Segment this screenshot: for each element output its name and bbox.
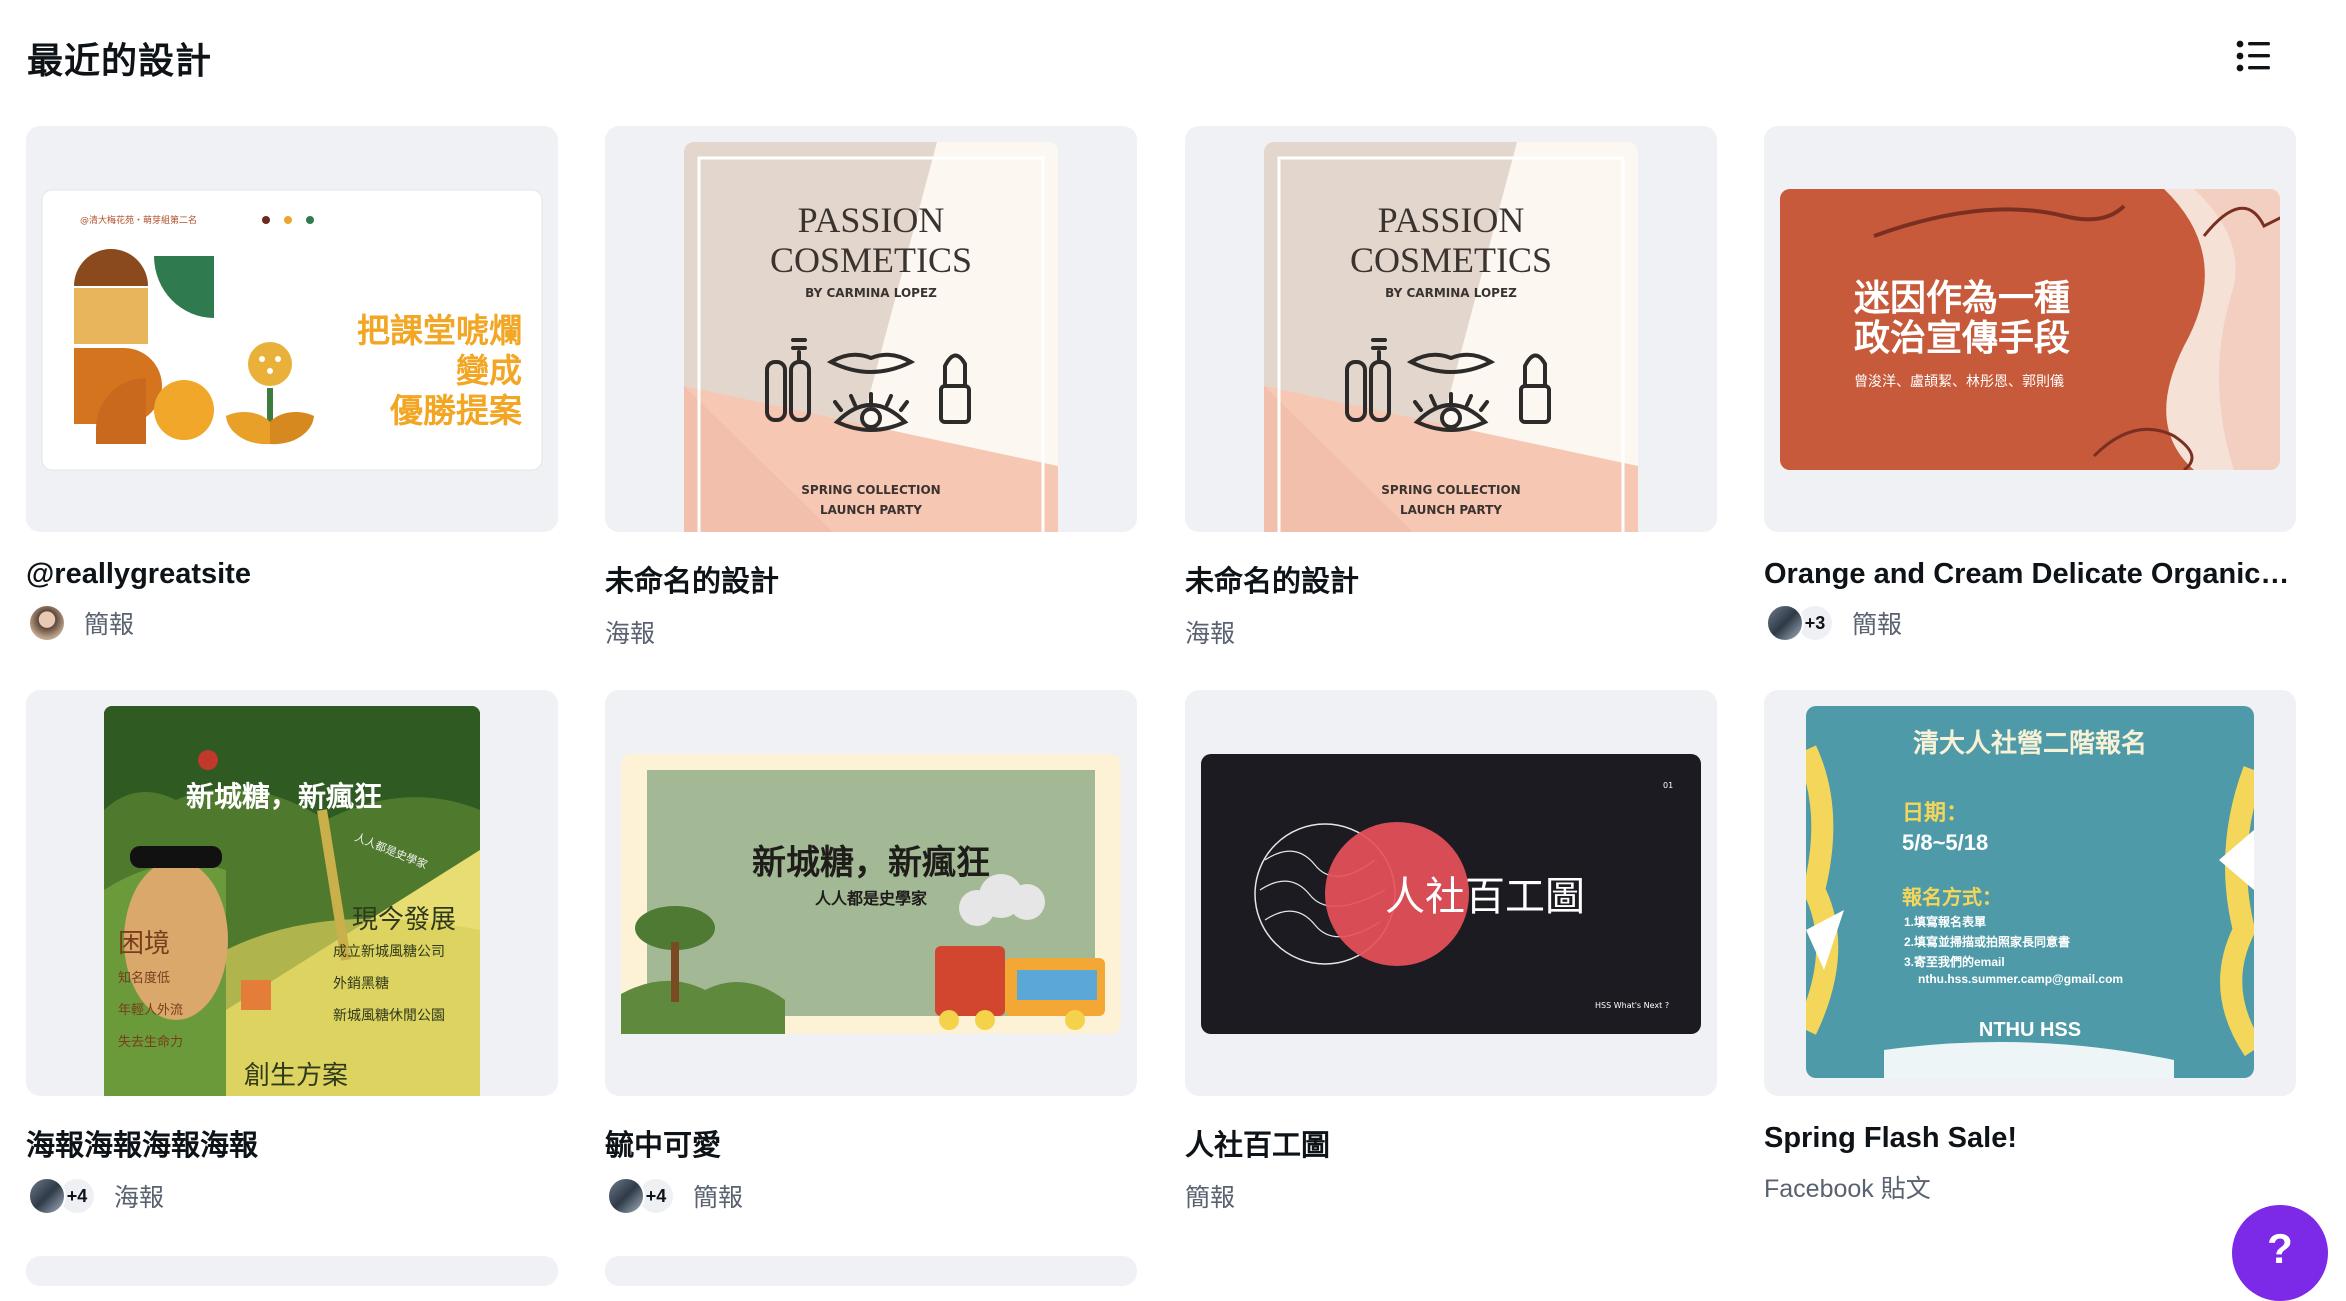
design-thumbnail[interactable]: 新城糖，新瘋狂 人人都是史學家 [605, 690, 1137, 1096]
design-title[interactable]: 未命名的設計 [1185, 558, 1717, 600]
poster-footer: LAUNCH PARTY [1400, 503, 1502, 517]
poster-right-item: 外銷黑糖 [333, 975, 389, 991]
slide-page-number: 01 [1663, 781, 1673, 790]
slide-headline: 人社百工圖 [1385, 875, 1585, 919]
design-title[interactable]: Spring Flash Sale! [1764, 1122, 2296, 1155]
design-card[interactable]: 人社百工圖 01 HSS What's Next ? 人社百工圖 簡報 [1185, 690, 1717, 1216]
design-card[interactable]: 清大人社營二階報名 日期： 5/8~5/18 報名方式： 1.填寫報名表單 2.… [1764, 690, 2296, 1207]
avatar [607, 1177, 645, 1215]
design-title[interactable]: 未命名的設計 [605, 558, 1137, 600]
post-email: nthu.hss.summer.camp@gmail.com [1918, 972, 2123, 986]
design-thumbnail[interactable]: 新城糖，新瘋狂 人人都是史學家 現今發展 成立新城風糖公司 外銷黑糖 新城風糖休… [26, 690, 558, 1096]
poster-left-item: 年輕人外流 [118, 1002, 183, 1017]
poster-bottom: 創生方案 [244, 1060, 348, 1090]
poster-title: PASSION [798, 200, 945, 240]
collaborator-avatars [28, 604, 66, 642]
design-card-partial[interactable] [26, 1256, 558, 1286]
poster-title: COSMETICS [1350, 240, 1552, 280]
slide-names: 曾浚洋、盧頡絜、林彤恩、郭則儀 [1854, 373, 2064, 390]
design-card[interactable]: @清大梅花苑・萌芽組第二名 把課堂唬爛 變成 優勝提案 @reallygreat… [26, 126, 558, 643]
poster-left-item: 失去生命力 [118, 1034, 183, 1049]
post-brand: NTHU HSS [1979, 1019, 2081, 1041]
design-type: 海報 [114, 1184, 165, 1212]
design-title[interactable]: 人社百工圖 [1185, 1122, 1717, 1164]
slide-footer: HSS What's Next ? [1595, 1001, 1669, 1010]
poster-left-title: 困境 [118, 928, 170, 958]
post-date-label: 日期： [1902, 800, 1968, 825]
design-meta: 簡報 [1185, 1176, 1717, 1216]
poster-headline: 新城糖，新瘋狂 [186, 780, 382, 812]
avatar [28, 604, 66, 642]
poster-title: PASSION [1378, 200, 1525, 240]
slide-headline: 新城糖，新瘋狂 [752, 843, 990, 882]
design-card[interactable]: PASSION COSMETICS BY CARMINA LOPEZ SPRIN… [605, 126, 1137, 652]
design-type: 海報 [1185, 620, 1236, 648]
help-button[interactable]: ? [2232, 1205, 2328, 1301]
design-meta: 海報 [605, 612, 1137, 652]
collaborator-avatars: +4 [607, 1177, 675, 1215]
slide-line: 政治宣傳手段 [1854, 317, 2070, 358]
post-method-label: 報名方式： [1902, 885, 2002, 909]
design-card[interactable]: 迷因作為一種 政治宣傳手段 曾浚洋、盧頡絜、林彤恩、郭則儀 Orange and… [1764, 126, 2296, 643]
design-thumbnail[interactable]: 人社百工圖 01 HSS What's Next ? [1185, 690, 1717, 1096]
post-headline: 清大人社營二階報名 [1913, 728, 2147, 758]
poster-right-item: 成立新城風糖公司 [333, 943, 445, 959]
post-step: 1.填寫報名表單 [1904, 914, 1986, 929]
design-meta: +4 簡報 [605, 1176, 1137, 1216]
design-thumbnail[interactable]: 迷因作為一種 政治宣傳手段 曾浚洋、盧頡絜、林彤恩、郭則儀 [1764, 126, 2296, 532]
poster-left-item: 知名度低 [118, 970, 170, 985]
design-card-partial[interactable] [605, 1256, 1137, 1286]
slide-line: 迷因作為一種 [1854, 277, 2070, 318]
design-meta: Facebook 貼文 [1764, 1167, 2296, 1207]
design-card[interactable]: PASSION COSMETICS BY CARMINA LOPEZ SPRIN… [1185, 126, 1717, 652]
avatar [1766, 604, 1804, 642]
design-title[interactable]: Orange and Cream Delicate Organic Abstra… [1764, 558, 2296, 591]
design-card[interactable]: 新城糖，新瘋狂 人人都是史學家 現今發展 成立新城風糖公司 外銷黑糖 新城風糖休… [26, 690, 558, 1216]
design-thumbnail[interactable]: 清大人社營二階報名 日期： 5/8~5/18 報名方式： 1.填寫報名表單 2.… [1764, 690, 2296, 1096]
slide-sub: 人人都是史學家 [815, 889, 928, 908]
post-step: 2.填寫並掃描或拍照家長同意書 [1904, 934, 2070, 949]
collaborator-avatars: +4 [28, 1177, 96, 1215]
list-view-button[interactable] [2228, 30, 2280, 82]
poster-right-title: 現今發展 [352, 904, 456, 934]
slide-line: 優勝提案 [389, 392, 523, 429]
design-type: 簡報 [693, 1184, 744, 1212]
poster-right-item: 新城風糖休閒公園 [333, 1007, 445, 1023]
design-type: 海報 [605, 620, 656, 648]
design-meta: 簡報 [26, 603, 558, 643]
poster-title: COSMETICS [770, 240, 972, 280]
poster-byline: BY CARMINA LOPEZ [805, 286, 937, 300]
page-title: 最近的設計 [27, 40, 213, 81]
avatar [28, 1177, 66, 1215]
poster-footer: SPRING COLLECTION [1381, 483, 1520, 497]
design-card[interactable]: 新城糖，新瘋狂 人人都是史學家 毓中可愛 +4 簡報 [605, 690, 1137, 1216]
design-title[interactable]: 海報海報海報海報 [26, 1122, 558, 1164]
design-title[interactable]: @reallygreatsite [26, 558, 558, 591]
design-meta: +4 海報 [26, 1176, 558, 1216]
slide-caption: @清大梅花苑・萌芽組第二名 [80, 214, 197, 226]
design-type: 簡報 [1852, 611, 1903, 639]
design-thumbnail[interactable]: @清大梅花苑・萌芽組第二名 把課堂唬爛 變成 優勝提案 [26, 126, 558, 532]
poster-footer: LAUNCH PARTY [820, 503, 922, 517]
slide-line: 把課堂唬爛 [357, 312, 522, 349]
design-thumbnail[interactable]: PASSION COSMETICS BY CARMINA LOPEZ SPRIN… [1185, 126, 1717, 532]
design-type: 簡報 [1185, 1184, 1236, 1212]
poster-byline: BY CARMINA LOPEZ [1385, 286, 1517, 300]
design-title[interactable]: 毓中可愛 [605, 1122, 1137, 1164]
design-type: 簡報 [84, 611, 135, 639]
design-meta: 海報 [1185, 612, 1717, 652]
list-view-icon [2236, 40, 2270, 72]
post-step: 3.寄至我們的email [1904, 954, 2005, 969]
post-date: 5/8~5/18 [1902, 830, 1988, 855]
design-thumbnail[interactable]: PASSION COSMETICS BY CARMINA LOPEZ SPRIN… [605, 126, 1137, 532]
design-meta: +3 簡報 [1764, 603, 2296, 643]
poster-footer: SPRING COLLECTION [801, 483, 940, 497]
slide-line: 變成 [456, 352, 522, 389]
design-type: Facebook 貼文 [1764, 1175, 1931, 1203]
collaborator-avatars: +3 [1766, 604, 1834, 642]
